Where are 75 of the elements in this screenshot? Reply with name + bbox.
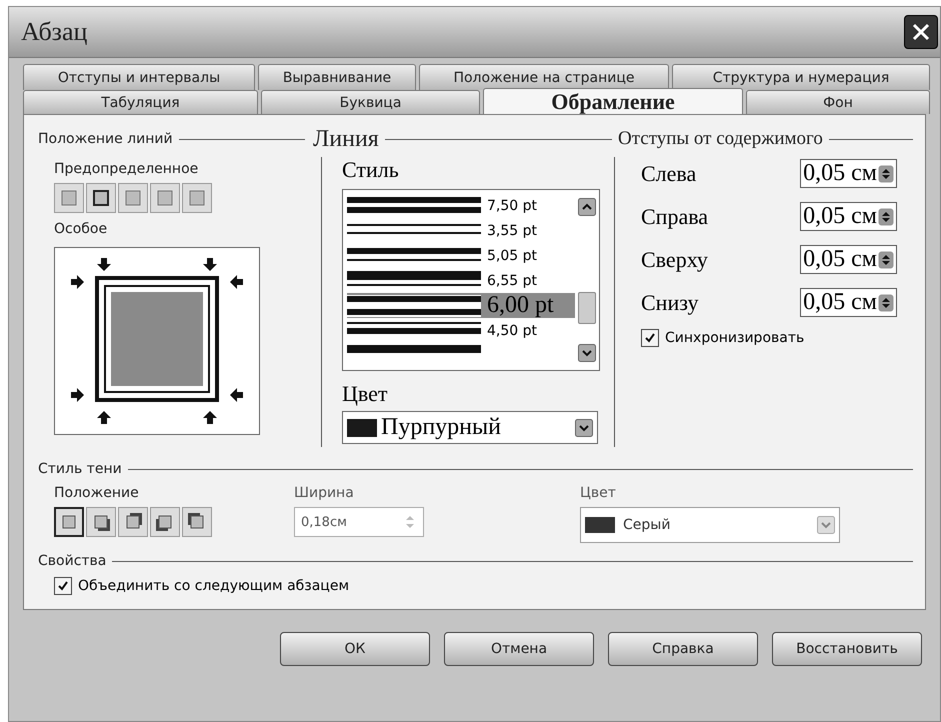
swatch-icon — [585, 517, 615, 533]
shadow-position-button[interactable] — [54, 507, 84, 537]
square-icon — [187, 188, 207, 208]
spin-field[interactable]: 0,05 см — [800, 288, 897, 317]
field-label: Цвет — [342, 381, 389, 407]
checkbox-label: Объединить со следующим абзацем — [78, 578, 350, 594]
group-title: Стиль тени — [38, 461, 122, 477]
list-item[interactable]: 6,55 pt — [347, 268, 575, 293]
scroll-up-icon[interactable] — [578, 198, 596, 216]
preset-button[interactable] — [86, 183, 116, 213]
check-icon — [644, 332, 656, 344]
field-label: Стиль — [342, 157, 400, 183]
field-label: Сверху — [641, 246, 708, 272]
group-title: Линия — [313, 126, 379, 152]
line-style-list[interactable]: 7,50 pt 3,55 pt 5,05 pt 6,55 pt 6,00 pt 4,50 pt — [342, 189, 600, 371]
color-dropdown[interactable]: Серый — [580, 507, 840, 543]
group-title: Свойства — [38, 553, 106, 569]
tab[interactable]: Буквица — [261, 90, 480, 114]
group-title: Положение линий — [38, 131, 173, 147]
spin-field[interactable]: 0,05 см — [800, 202, 897, 231]
shadow-position-button[interactable] — [118, 507, 148, 537]
line-style-icon — [347, 343, 481, 353]
field-label: Справа — [641, 204, 708, 230]
list-item[interactable]: 3,55 pt — [347, 218, 575, 243]
window-title: Абзац — [21, 17, 88, 47]
tab[interactable]: Табуляция — [23, 90, 258, 114]
close-icon — [910, 21, 932, 43]
dialog-button[interactable]: Справка — [608, 632, 758, 666]
color-dropdown[interactable]: Пурпурный — [342, 411, 598, 444]
tab[interactable]: Положение на странице — [419, 64, 669, 90]
dropdown-icon — [575, 418, 593, 436]
square-icon — [155, 188, 175, 208]
square-icon — [123, 188, 143, 208]
spinner-icon[interactable] — [878, 164, 894, 182]
list-item[interactable]: 6,00 pt — [347, 293, 575, 318]
dialog-button[interactable]: Отмена — [444, 632, 594, 666]
width-field[interactable]: 0,18см — [294, 507, 424, 537]
field-label: Снизу — [641, 290, 698, 316]
list-item[interactable]: 5,05 pt — [347, 243, 575, 268]
spinner-icon[interactable] — [878, 250, 894, 268]
field-label: Слева — [641, 160, 696, 186]
spin-field[interactable]: 0,05 см — [800, 159, 897, 188]
spinner-icon[interactable] — [878, 208, 894, 226]
shadow-position-button[interactable] — [86, 507, 116, 537]
check-icon — [57, 580, 69, 592]
tab[interactable]: Отступы и интервалы — [23, 64, 255, 90]
group-title: Отступы от содержимого — [618, 128, 823, 150]
field-label: Цвет — [580, 485, 617, 501]
line-style-icon — [347, 294, 481, 316]
field-label: Ширина — [294, 485, 355, 501]
checkbox[interactable] — [54, 577, 72, 595]
scroll-down-icon[interactable] — [578, 344, 596, 362]
square-icon — [91, 188, 111, 208]
tab[interactable]: Обрамление — [483, 88, 743, 114]
dialog-button[interactable]: Восстановить — [772, 632, 922, 666]
swatch-icon — [347, 418, 377, 436]
tab[interactable]: Структура и нумерация — [672, 64, 930, 90]
close-button[interactable] — [904, 15, 938, 49]
list-item[interactable]: 4,50 pt — [347, 318, 575, 343]
scroll-thumb[interactable] — [578, 292, 596, 324]
field-label: Особое — [54, 221, 108, 237]
shadow-position-button[interactable] — [150, 507, 180, 537]
checkbox[interactable] — [641, 329, 659, 347]
shadow-position-button[interactable] — [182, 507, 212, 537]
list-item[interactable]: 7,50 pt — [347, 193, 575, 218]
field-label: Положение — [54, 485, 140, 501]
dropdown-icon — [817, 516, 835, 534]
spinner-icon[interactable] — [878, 294, 894, 312]
spin-field[interactable]: 0,05 см — [800, 245, 897, 274]
dialog-button[interactable]: ОК — [280, 632, 430, 666]
tab[interactable]: Выравнивание — [258, 64, 416, 90]
tab[interactable]: Фон — [746, 90, 930, 114]
checkbox-label: Синхронизировать — [665, 330, 804, 346]
square-icon — [59, 188, 79, 208]
field-label: Предопределенное — [54, 161, 200, 177]
